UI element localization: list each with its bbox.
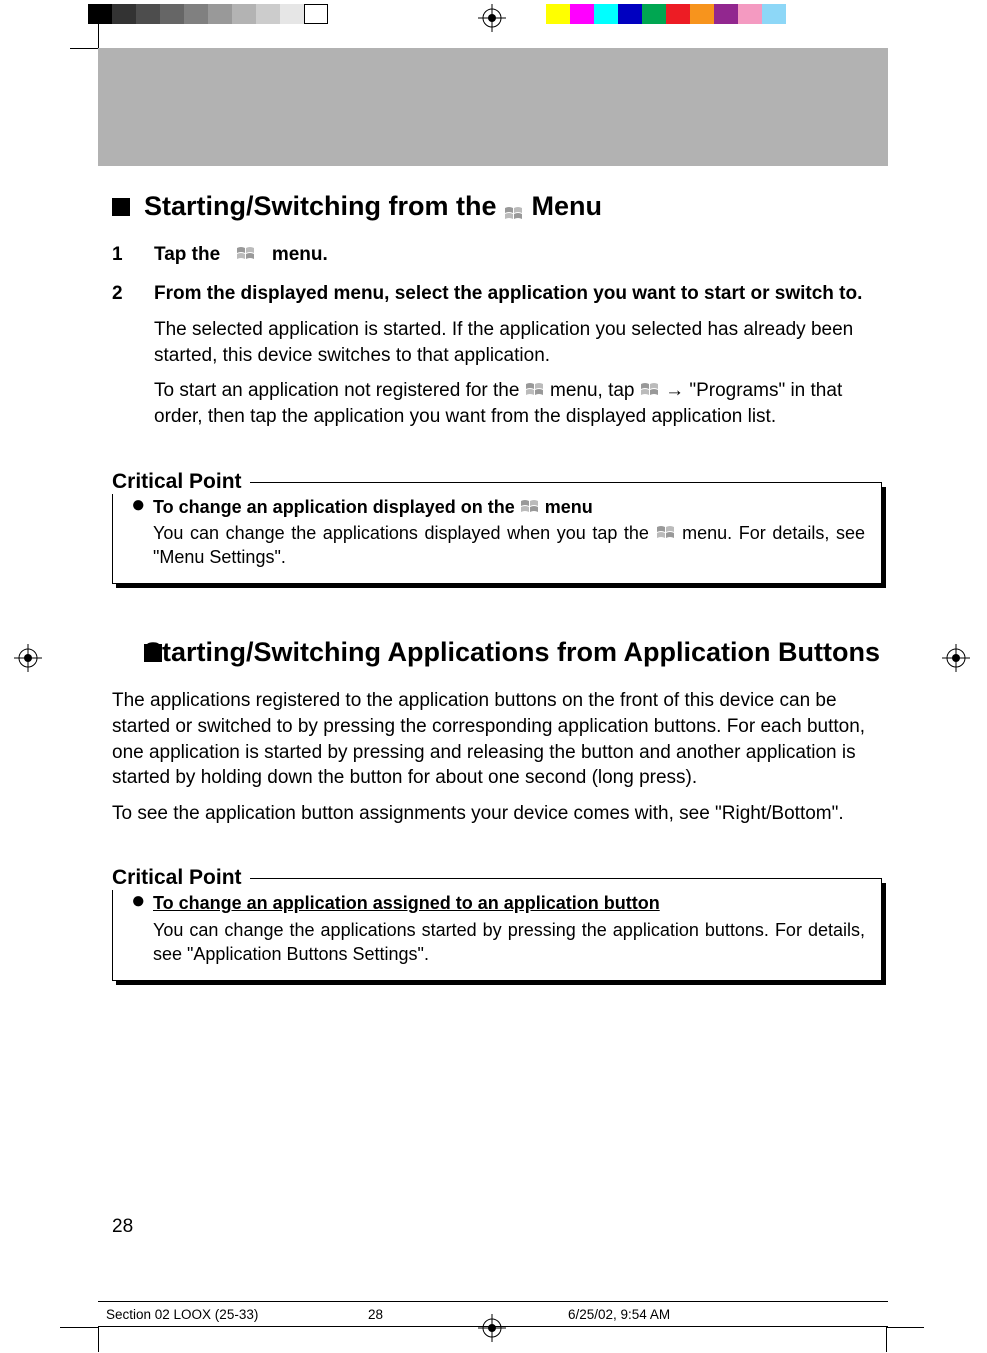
crop-mark: [98, 20, 99, 48]
footer-datetime: 6/25/02, 9:54 AM: [568, 1307, 888, 1322]
critical-point-2: Critical Point ● To change an applicatio…: [112, 854, 882, 981]
bullet-dot-icon: ●: [131, 495, 153, 570]
text-run: To change an application displayed on th…: [153, 497, 515, 517]
text-run: menu, tap: [550, 380, 635, 401]
heading-text: Starting/Switching Applications from App…: [176, 636, 880, 670]
critical-point-label: Critical Point: [112, 470, 250, 494]
crop-mark: [70, 48, 98, 49]
critical-point-body: You can change the applications displaye…: [153, 521, 865, 570]
section-heading-app-buttons: Starting/Switching Applications from App…: [112, 636, 882, 670]
windows-flag-icon: [504, 198, 524, 216]
step-1: 1 Tap the menu.: [112, 242, 882, 268]
critical-point-heading: To change an application assigned to an …: [153, 891, 865, 915]
step-description: The selected application is started. If …: [154, 317, 882, 368]
bullet-dot-icon: ●: [131, 891, 153, 966]
windows-flag-icon: [525, 381, 545, 399]
step-description: To start an application not registered f…: [154, 378, 882, 429]
color-calibration-bar-grayscale: [88, 4, 328, 24]
crop-mark: [98, 1327, 99, 1352]
critical-point-1: Critical Point ● To change an applicatio…: [112, 458, 882, 585]
print-footer: Section 02 LOOX (25-33) 28 6/25/02, 9:54…: [98, 1301, 888, 1327]
text-run: menu: [545, 497, 593, 517]
step-text: From the displayed menu, select the appl…: [154, 283, 862, 304]
footer-section-name: Section 02 LOOX (25-33): [98, 1307, 368, 1322]
body-paragraph: To see the application button assignment…: [112, 801, 882, 827]
critical-point-box: ● To change an application assigned to a…: [112, 879, 882, 981]
crop-mark: [886, 1327, 924, 1328]
registration-mark-icon: [478, 4, 506, 32]
crop-mark: [886, 1327, 887, 1352]
footer-page-number: 28: [368, 1307, 568, 1322]
windows-flag-icon: [236, 245, 256, 263]
page-content: Starting/Switching from the Menu 1 Tap t…: [112, 190, 882, 981]
text-run: To start an application not registered f…: [154, 380, 519, 401]
color-calibration-bar-colors: [546, 4, 786, 24]
step-2: 2 From the displayed menu, select the ap…: [112, 281, 882, 429]
critical-point-box: ● To change an application displayed on …: [112, 483, 882, 585]
page-number: 28: [112, 1216, 133, 1238]
step-number: 2: [112, 281, 154, 429]
registration-mark-icon: [942, 644, 970, 672]
critical-point-body: You can change the applications started …: [153, 918, 865, 967]
heading-text: Starting/Switching from the: [144, 190, 497, 224]
step-text: menu.: [272, 244, 328, 265]
crop-mark: [60, 1327, 98, 1328]
text-run: You can change the applications displaye…: [153, 523, 649, 543]
critical-point-label: Critical Point: [112, 866, 250, 890]
bullet-square-icon: [112, 198, 130, 216]
critical-point-heading: To change an application displayed on th…: [153, 495, 865, 519]
step-number: 1: [112, 242, 154, 268]
section-heading-start-menu: Starting/Switching from the Menu: [112, 190, 882, 224]
step-text: Tap the: [154, 244, 220, 265]
registration-mark-icon: [14, 644, 42, 672]
heading-text: Menu: [532, 190, 603, 224]
windows-flag-icon: [520, 498, 540, 516]
page-header-band: [98, 48, 888, 166]
windows-flag-icon: [640, 381, 660, 399]
body-paragraph: The applications registered to the appli…: [112, 688, 882, 791]
windows-flag-icon: [656, 524, 676, 542]
